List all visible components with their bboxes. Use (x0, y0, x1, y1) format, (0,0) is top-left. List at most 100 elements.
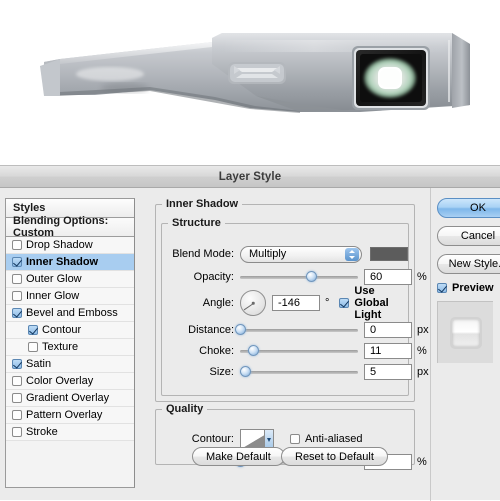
effect-row-drop-shadow[interactable]: Drop Shadow (6, 237, 134, 254)
choke-slider-knob[interactable] (247, 345, 259, 356)
distance-input[interactable]: 0 (364, 322, 412, 338)
grille-detail (228, 62, 286, 84)
effect-label: Satin (26, 358, 52, 370)
effect-row-texture[interactable]: Texture (6, 339, 134, 356)
effects-list: Drop Shadow Inner Shadow Outer Glow Inner G… (6, 237, 134, 441)
product-image (0, 0, 500, 165)
effect-row-inner-shadow[interactable]: Inner Shadow (6, 254, 134, 271)
effect-label: Gradient Overlay (26, 392, 110, 404)
angle-dial[interactable] (240, 290, 266, 316)
effect-label: Stroke (26, 426, 58, 438)
quality-group-title: Quality (166, 403, 204, 415)
preview-label: Preview (452, 282, 494, 294)
effect-row-outer-glow[interactable]: Outer Glow (6, 271, 134, 288)
effect-checkbox[interactable] (12, 291, 22, 301)
dialog-titlebar[interactable]: Layer Style (0, 166, 500, 188)
effect-label: Outer Glow (26, 273, 82, 285)
contour-label: Contour: (191, 433, 234, 445)
opacity-slider-knob[interactable] (305, 271, 317, 282)
distance-unit: px (417, 324, 429, 336)
effect-label: Color Overlay (26, 375, 94, 387)
reset-to-default-button[interactable]: Reset to Default (281, 447, 388, 466)
effect-label: Bevel and Emboss (26, 307, 118, 319)
blending-options-row[interactable]: Blending Options: Custom (6, 215, 134, 239)
ok-button[interactable]: OK (437, 198, 500, 218)
anti-aliased-row[interactable]: Anti-aliased (290, 433, 362, 445)
dialog-actions: OK Cancel New Style... Preview (437, 198, 500, 488)
opacity-slider-track (240, 276, 358, 279)
effect-checkbox[interactable] (28, 325, 38, 335)
effect-checkbox[interactable] (12, 393, 22, 403)
distance-label: Distance: (188, 324, 234, 336)
effect-row-gradient-overlay[interactable]: Gradient Overlay (6, 390, 134, 407)
noise-unit: % (417, 456, 427, 468)
effect-label: Inner Glow (26, 290, 80, 302)
effect-row-inner-glow[interactable]: Inner Glow (6, 288, 134, 305)
opacity-value: 60 (370, 271, 383, 283)
metallic-device-render (40, 33, 470, 113)
chevron-updown-icon (345, 247, 359, 261)
opacity-label: Opacity: (193, 271, 234, 283)
preview-checkbox[interactable] (437, 283, 447, 293)
distance-slider[interactable] (235, 323, 358, 337)
dialog-title: Layer Style (218, 170, 282, 183)
opacity-unit: % (417, 271, 427, 283)
effect-checkbox[interactable] (12, 274, 22, 284)
choke-row: Choke: 11 % (162, 342, 427, 360)
choke-label: Choke: (199, 345, 234, 357)
angle-input[interactable]: -146 (272, 295, 320, 311)
preview-row[interactable]: Preview (437, 282, 500, 294)
choke-input[interactable]: 11 (364, 343, 412, 359)
inner-shadow-group-title: Inner Shadow (166, 198, 239, 210)
use-global-light-checkbox[interactable] (339, 298, 350, 308)
angle-value: -146 (278, 297, 301, 309)
size-input[interactable]: 5 (364, 364, 412, 380)
cancel-button[interactable]: Cancel (437, 226, 500, 246)
preview-thumbnail (449, 316, 482, 349)
inner-shadow-settings: Inner Shadow Structure Blend Mode: Multi… (155, 198, 429, 488)
structure-group-title: Structure (172, 217, 221, 229)
effect-checkbox[interactable] (12, 240, 22, 250)
preview-thumbnail-box (437, 301, 493, 363)
screen-display (352, 46, 430, 110)
angle-unit: ° (325, 297, 330, 309)
effect-checkbox[interactable] (12, 410, 22, 420)
size-value: 5 (370, 366, 377, 378)
size-slider[interactable] (239, 365, 358, 379)
distance-value: 0 (370, 324, 377, 336)
effect-checkbox[interactable] (28, 342, 38, 352)
distance-slider-knob[interactable] (235, 324, 246, 335)
effect-row-bevel-and-emboss[interactable]: Bevel and Emboss (6, 305, 134, 322)
opacity-slider[interactable] (240, 270, 358, 284)
effect-label: Contour (42, 324, 82, 336)
effect-checkbox[interactable] (12, 359, 22, 369)
effect-row-stroke[interactable]: Stroke (6, 424, 134, 441)
effect-label: Pattern Overlay (26, 409, 103, 421)
choke-slider[interactable] (240, 344, 358, 358)
effect-checkbox[interactable] (12, 257, 22, 267)
effect-label: Inner Shadow (26, 256, 99, 268)
anti-aliased-checkbox[interactable] (290, 434, 300, 444)
opacity-input[interactable]: 60 (364, 269, 412, 285)
opacity-row: Opacity: 60 % (162, 268, 427, 286)
effect-row-satin[interactable]: Satin (6, 356, 134, 373)
distance-row: Distance: 0 px (162, 321, 429, 339)
effect-checkbox[interactable] (12, 308, 22, 318)
effect-checkbox[interactable] (12, 427, 22, 437)
effect-checkbox[interactable] (12, 376, 22, 386)
angle-row: Angle: -146 ° Use Global Light (162, 285, 410, 321)
effect-row-contour[interactable]: Contour (6, 322, 134, 339)
angle-dial-center (251, 301, 255, 305)
angle-label: Angle: (202, 297, 234, 309)
effect-row-pattern-overlay[interactable]: Pattern Overlay (6, 407, 134, 424)
layer-style-dialog: Layer Style Styles Blending Options: Cus… (0, 165, 500, 501)
size-unit: px (417, 366, 429, 378)
blend-mode-select[interactable]: Multiply (240, 245, 362, 263)
size-slider-knob[interactable] (239, 366, 251, 377)
use-global-light-row[interactable]: Use Global Light (339, 285, 410, 321)
effect-row-color-overlay[interactable]: Color Overlay (6, 373, 134, 390)
make-default-button[interactable]: Make Default (192, 447, 285, 466)
shadow-color-swatch[interactable] (370, 247, 408, 261)
new-style-button[interactable]: New Style... (437, 254, 500, 274)
choke-unit: % (417, 345, 427, 357)
